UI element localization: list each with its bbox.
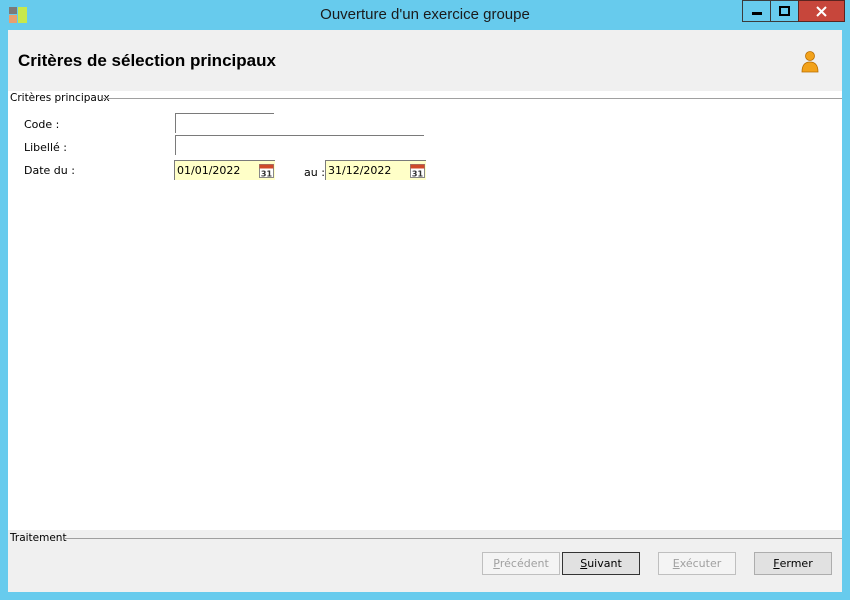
previous-button[interactable]: Précédent <box>482 552 560 575</box>
maximize-button[interactable] <box>770 0 799 22</box>
minimize-icon <box>751 12 762 15</box>
close-icon <box>816 5 827 17</box>
code-input[interactable] <box>175 113 274 133</box>
criteria-group-label: Critères principaux <box>10 92 113 104</box>
date-from-label: Date du : <box>24 164 75 177</box>
execute-button[interactable]: Exécuter <box>658 552 736 575</box>
execute-button-label: xécuter <box>679 557 722 570</box>
calendar-day-text: 31 <box>261 170 273 179</box>
calendar-day-text: 31 <box>412 170 424 179</box>
execute-button-mnemonic: E <box>672 557 680 570</box>
title-bar[interactable]: Ouverture d'un exercice groupe <box>0 0 850 30</box>
footer-panel: Traitement Précédent Suivant Exécuter Fe… <box>8 530 842 592</box>
treatment-group-label: Traitement <box>10 532 70 544</box>
close-button-label: ermer <box>779 557 813 570</box>
user-icon[interactable] <box>800 51 820 73</box>
libelle-label: Libellé : <box>24 141 68 154</box>
window-title: Ouverture d'un exercice groupe <box>320 6 530 23</box>
code-label: Code : <box>24 118 60 131</box>
date-from-field[interactable]: 31 <box>174 160 275 180</box>
treatment-group-divider <box>64 538 842 539</box>
window: Ouverture d'un exercice groupe Critères … <box>0 0 850 600</box>
maximize-icon <box>779 6 790 16</box>
close-button[interactable]: Fermer <box>754 552 832 575</box>
header-panel: Critères de sélection principaux <box>8 30 842 91</box>
date-to-field[interactable]: 31 <box>325 160 426 180</box>
date-from-input[interactable] <box>177 162 255 178</box>
next-button[interactable]: Suivant <box>562 552 640 575</box>
date-to-input[interactable] <box>328 162 406 178</box>
calendar-icon[interactable]: 31 <box>259 164 274 178</box>
close-window-button[interactable] <box>798 0 845 22</box>
next-button-label: uivant <box>587 557 622 570</box>
next-button-mnemonic: S <box>580 557 588 570</box>
criteria-group-divider <box>102 98 842 99</box>
date-to-label: au : <box>304 166 325 179</box>
libelle-input[interactable] <box>175 135 424 155</box>
page-title: Critères de sélection principaux <box>18 51 276 70</box>
calendar-icon[interactable]: 31 <box>410 164 425 178</box>
previous-button-mnemonic: P <box>493 557 500 570</box>
previous-button-label: récédent <box>499 557 549 570</box>
dialog-client-area: Critères de sélection principaux Critère… <box>8 30 842 592</box>
minimize-button[interactable] <box>742 0 771 22</box>
